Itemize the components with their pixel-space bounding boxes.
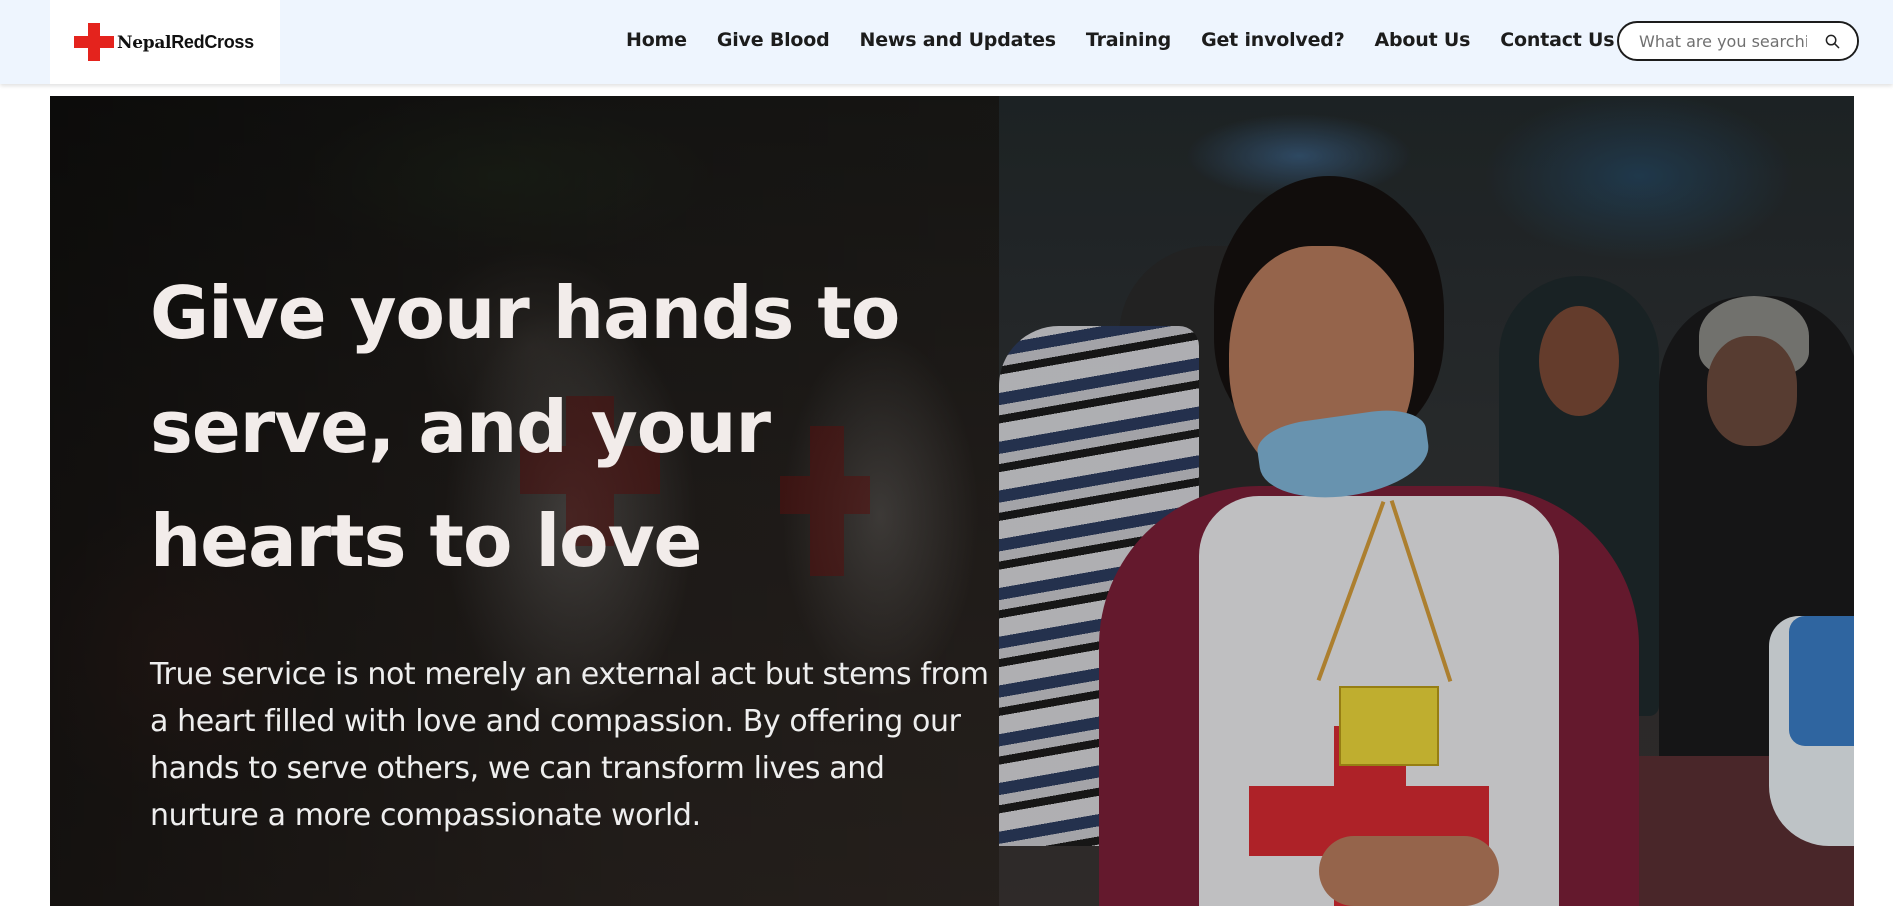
search-icon xyxy=(1825,34,1839,48)
nav-home[interactable]: Home xyxy=(626,29,687,51)
logo-text-part2: RedCross xyxy=(171,31,254,52)
hero-title-line: hearts to love xyxy=(150,499,702,583)
red-cross-logo-icon xyxy=(74,23,114,61)
nav-contact-us[interactable]: Contact Us xyxy=(1500,29,1614,51)
hero-description: True service is not merely an external a… xyxy=(150,657,989,833)
site-header: NepalRedCross Home Give Blood News and U… xyxy=(0,0,1893,84)
nav-training[interactable]: Training xyxy=(1086,29,1171,51)
hero-title-line: Give your hands to xyxy=(150,271,900,355)
photo-shade xyxy=(999,96,1854,906)
nav-get-involved[interactable]: Get involved? xyxy=(1201,29,1345,51)
search-button[interactable] xyxy=(1807,23,1857,59)
main-nav: Home Give Blood News and Updates Trainin… xyxy=(626,0,1644,80)
logo-text: NepalRedCross xyxy=(117,32,254,53)
hero-section: Give your hands to serve, and your heart… xyxy=(50,96,1854,906)
logo-link[interactable]: NepalRedCross xyxy=(50,0,280,84)
search-box xyxy=(1617,21,1859,61)
hero-title-line: serve, and your xyxy=(150,385,771,469)
nav-give-blood[interactable]: Give Blood xyxy=(717,29,830,51)
volunteer-photo xyxy=(999,96,1854,906)
hero-title: Give your hands to serve, and your heart… xyxy=(150,256,910,598)
logo-text-part1: Nepal xyxy=(117,32,172,53)
nav-news-and-updates[interactable]: News and Updates xyxy=(860,29,1057,51)
search-input[interactable] xyxy=(1619,23,1807,59)
nav-about-us[interactable]: About Us xyxy=(1375,29,1471,51)
